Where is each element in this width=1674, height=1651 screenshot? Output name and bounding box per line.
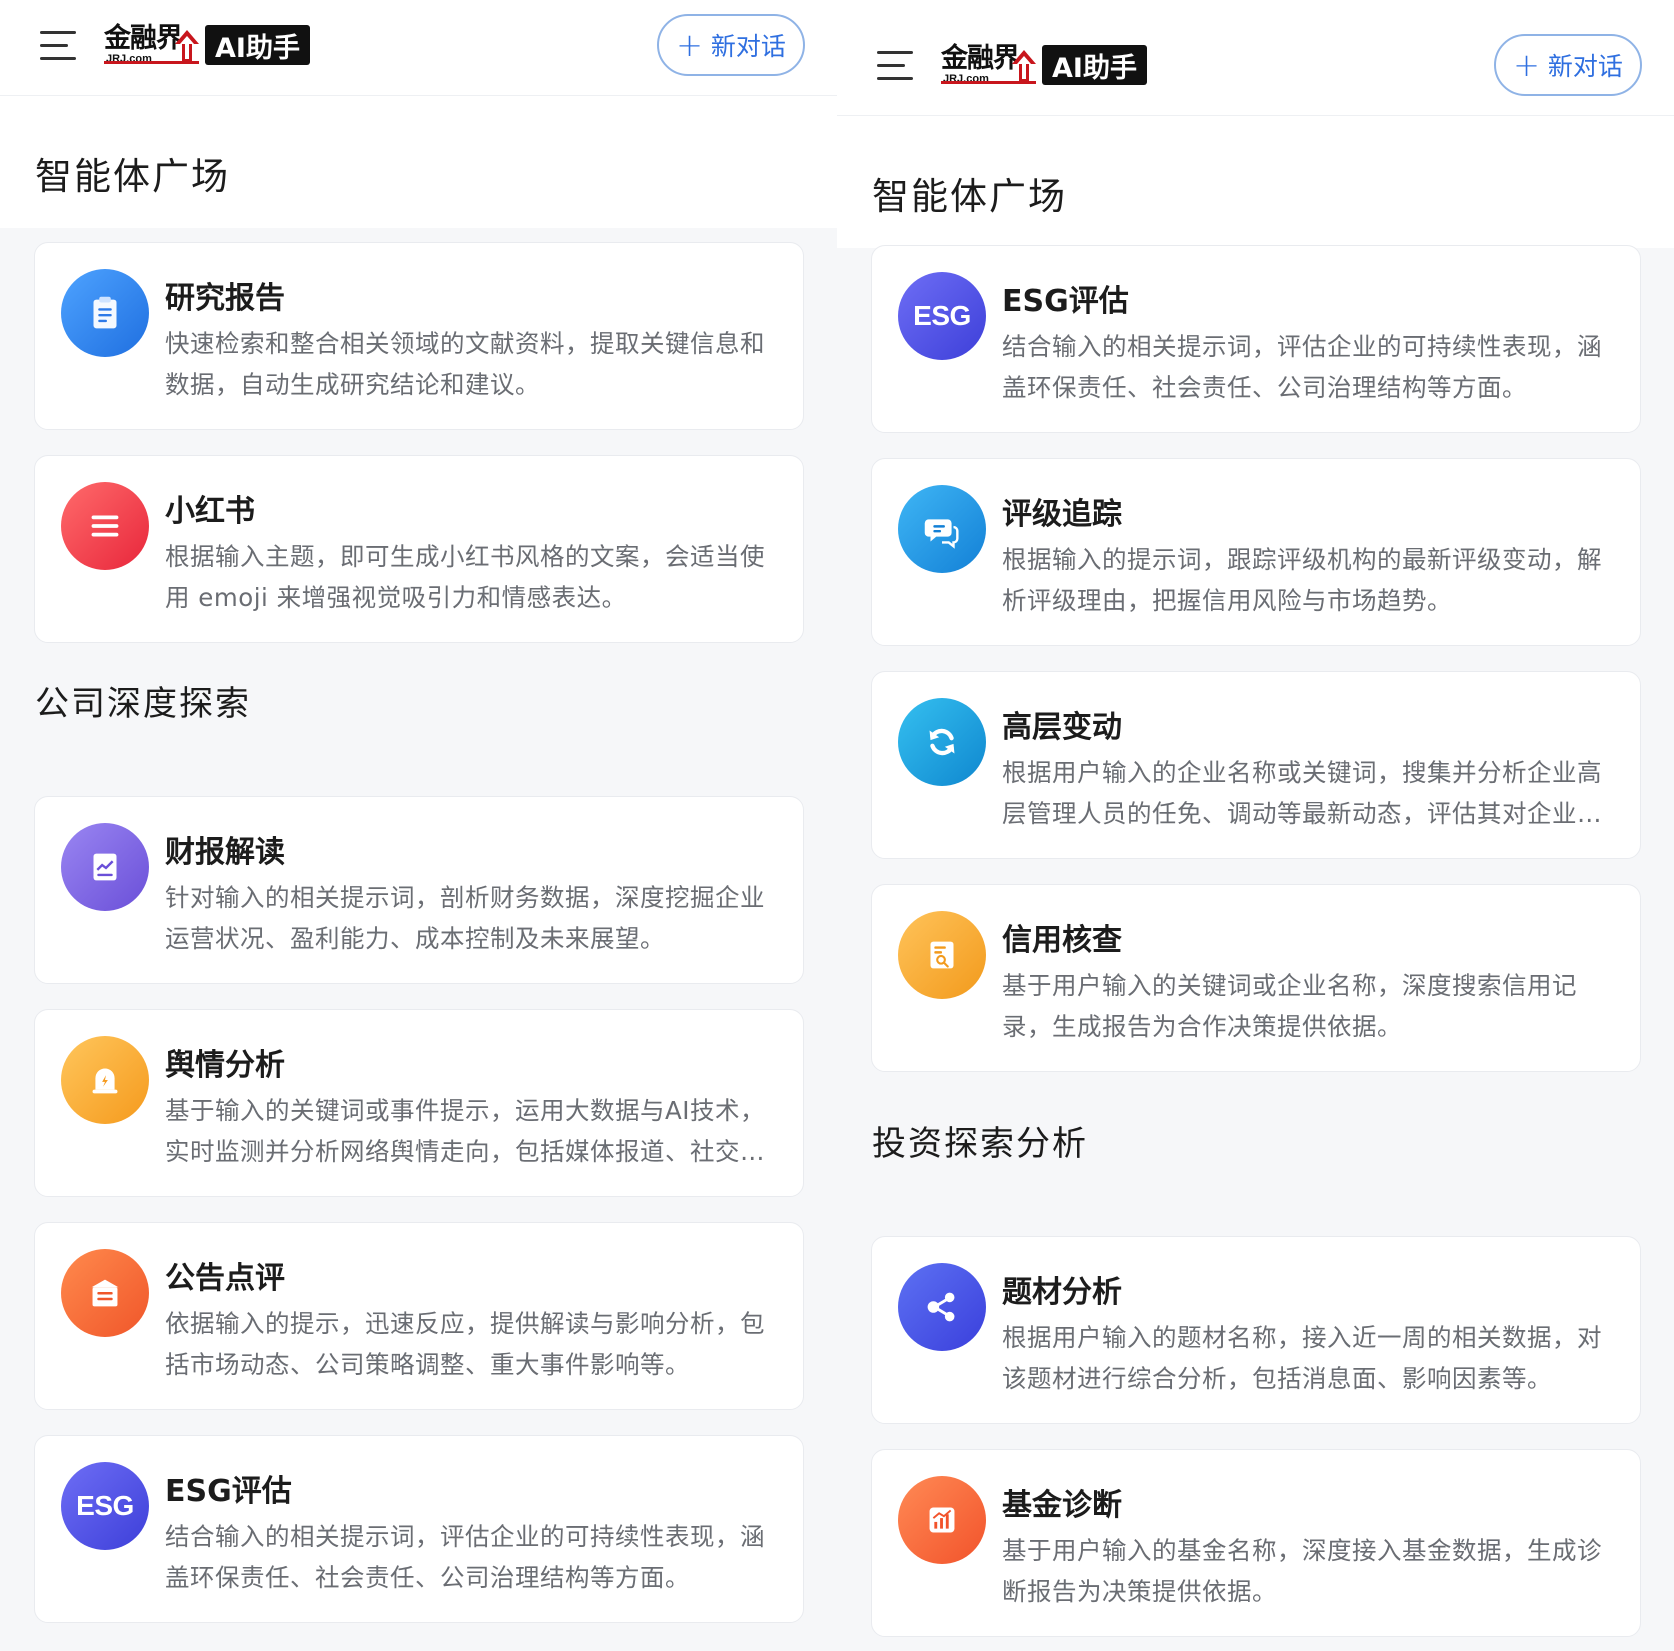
section-title: 投资探索分析 (872, 1124, 1088, 1164)
card-title: 信用核查 (1002, 923, 1122, 958)
page-title: 智能体广场 (872, 175, 1067, 218)
logo-arrow-icon (1012, 50, 1036, 82)
card-description: 基于用户输入的关键词或企业名称，深度搜索信用记录，生成报告为合作决策提供依据。 (1002, 971, 1577, 1041)
new-chat-label: 新对话 (1547, 52, 1623, 81)
card-description: 根据输入主题，即可生成小红书风格的文案，会适当使用 emoji 来增强视觉吸引力… (165, 542, 765, 612)
card-description: 根据用户输入的企业名称或关键词，搜集并分析企业高层管理人员的任免、调动等最新动态… (1002, 758, 1602, 828)
alarm-bell-icon (61, 1036, 149, 1124)
card-title: 舆情分析 (165, 1048, 285, 1083)
logo-badge: AI助手 (205, 25, 310, 65)
app-header: 金融界 JRJ.com AI助手 + 新对话 (0, 0, 837, 96)
card-title: ESG评估 (1002, 284, 1129, 319)
agent-card-public-opinion[interactable]: 舆情分析 基于输入的关键词或事件提示，运用大数据与AI技术，实时监测并分析网络舆… (34, 1009, 804, 1197)
card-title: 评级追踪 (1002, 497, 1122, 532)
card-description: 根据输入的提示词，跟踪评级机构的最新评级变动，解析评级理由，把握信用风险与市场趋… (1002, 545, 1602, 615)
agent-card-announcement-review[interactable]: 公告点评 依据输入的提示，迅速反应，提供解读与影响分析，包括市场动态、公司策略调… (34, 1222, 804, 1410)
agent-card-financial-report[interactable]: 财报解读 针对输入的相关提示词，剖析财务数据，深度挖掘企业运营状况、盈利能力、成… (34, 796, 804, 984)
agent-card-esg[interactable]: ESG ESG评估 结合输入的相关提示词，评估企业的可持续性表现，涵盖环保责任、… (871, 245, 1641, 433)
plus-icon: + (676, 26, 703, 64)
esg-icon: ESG (61, 1462, 149, 1550)
card-description: 快速检索和整合相关领域的文献资料，提取关键信息和数据，自动生成研究结论和建议。 (165, 329, 765, 399)
card-title: 题材分析 (1002, 1275, 1122, 1310)
agent-card-esg[interactable]: ESG ESG评估 结合输入的相关提示词，评估企业的可持续性表现，涵盖环保责任、… (34, 1435, 804, 1623)
card-description: 基于用户输入的基金名称，深度接入基金数据，生成诊断报告为决策提供依据。 (1002, 1536, 1602, 1606)
new-chat-button[interactable]: + 新对话 (657, 14, 805, 76)
agent-card-research-report[interactable]: 研究报告 快速检索和整合相关领域的文献资料，提取关键信息和数据，自动生成研究结论… (34, 242, 804, 430)
card-description: 结合输入的相关提示词，评估企业的可持续性表现，涵盖环保责任、社会责任、公司治理结… (1002, 332, 1602, 402)
card-title: 高层变动 (1002, 710, 1122, 745)
document-search-icon (898, 911, 986, 999)
card-description: 针对输入的相关提示词，剖析财务数据，深度挖掘企业运营状况、盈利能力、成本控制及未… (165, 883, 765, 953)
agent-card-rating-tracking[interactable]: 评级追踪 根据输入的提示词，跟踪评级机构的最新评级变动，解析评级理由，把握信用风… (871, 458, 1641, 646)
app-header: 金融界 JRJ.com AI助手 + 新对话 (837, 20, 1674, 116)
logo-badge: AI助手 (1042, 45, 1147, 85)
esg-icon: ESG (898, 272, 986, 360)
new-chat-button[interactable]: + 新对话 (1494, 34, 1642, 96)
hamburger-menu-icon[interactable] (877, 50, 915, 82)
agent-card-credit-check[interactable]: 信用核查 基于用户输入的关键词或企业名称，深度搜索信用记录，生成报告为合作决策提… (871, 884, 1641, 1072)
card-title: 小红书 (165, 494, 255, 529)
left-screen: 金融界 JRJ.com AI助手 + 新对话 智能体广场 研究报告 快速检索和整… (0, 0, 837, 1651)
agent-card-theme-analysis[interactable]: 题材分析 根据用户输入的题材名称，接入近一周的相关数据，对该题材进行综合分析，包… (871, 1236, 1641, 1424)
plus-icon: + (1513, 46, 1540, 84)
share-nodes-icon (898, 1263, 986, 1351)
chat-bubbles-icon (898, 485, 986, 573)
agent-card-executive-changes[interactable]: 高层变动 根据用户输入的企业名称或关键词，搜集并分析企业高层管理人员的任免、调动… (871, 671, 1641, 859)
card-title: 公告点评 (165, 1261, 285, 1296)
bar-chart-icon (898, 1476, 986, 1564)
logo: 金融界 JRJ.com AI助手 (941, 44, 1147, 86)
card-description: 根据用户输入的题材名称，接入近一周的相关数据，对该题材进行综合分析，包括消息面、… (1002, 1323, 1602, 1393)
logo: 金融界 JRJ.com AI助手 (104, 24, 310, 66)
report-chart-icon (61, 823, 149, 911)
card-description: 依据输入的提示，迅速反应，提供解读与影响分析，包括市场动态、公司策略调整、重大事… (165, 1309, 765, 1379)
lines-icon (61, 482, 149, 570)
right-screen: 金融界 JRJ.com AI助手 + 新对话 智能体广场 ESG ESG评估 结… (837, 0, 1674, 1651)
agent-card-fund-diagnosis[interactable]: 基金诊断 基于用户输入的基金名称，深度接入基金数据，生成诊断报告为决策提供依据。 (871, 1449, 1641, 1637)
refresh-icon (898, 698, 986, 786)
card-description: 结合输入的相关提示词，评估企业的可持续性表现，涵盖环保责任、社会责任、公司治理结… (165, 1522, 765, 1592)
section-title: 公司深度探索 (35, 684, 251, 724)
new-chat-label: 新对话 (710, 32, 786, 61)
logo-arrow-icon (175, 30, 199, 62)
hamburger-menu-icon[interactable] (40, 30, 78, 62)
card-title: 基金诊断 (1002, 1488, 1122, 1523)
agent-card-xiaohongshu[interactable]: 小红书 根据输入主题，即可生成小红书风格的文案，会适当使用 emoji 来增强视… (34, 455, 804, 643)
page-title: 智能体广场 (35, 155, 230, 198)
announcement-icon (61, 1249, 149, 1337)
card-description: 基于输入的关键词或事件提示，运用大数据与AI技术，实时监测并分析网络舆情走向，包… (165, 1096, 765, 1166)
card-title: 研究报告 (165, 281, 285, 316)
clipboard-icon (61, 269, 149, 357)
card-title: ESG评估 (165, 1474, 292, 1509)
card-title: 财报解读 (165, 835, 285, 870)
